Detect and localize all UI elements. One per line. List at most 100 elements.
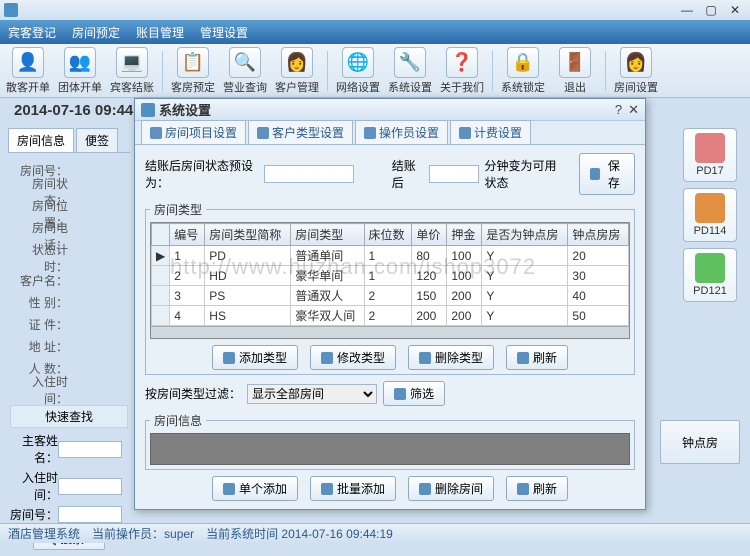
grid-cell[interactable]: 豪华单间 <box>291 266 364 286</box>
search-input[interactable] <box>58 441 122 458</box>
filter-select[interactable]: 显示全部房间 <box>247 384 377 404</box>
grid-cell[interactable]: Y <box>482 306 568 326</box>
menu-account-manage[interactable]: 账目管理 <box>136 24 184 41</box>
tool-系统锁定[interactable]: 🔒系统锁定 <box>499 46 547 96</box>
grid-cell[interactable]: 80 <box>412 246 447 266</box>
grid-cell[interactable]: 1 <box>170 246 205 266</box>
grid-cell[interactable]: 1 <box>364 246 412 266</box>
row-selector[interactable] <box>152 306 170 326</box>
tab-sticky-note[interactable]: 便签 <box>76 128 118 152</box>
table-row[interactable]: 3PS普通双人2150200Y40 <box>152 286 629 306</box>
grid-scrollbar[interactable] <box>151 326 629 338</box>
grid-cell[interactable]: Y <box>482 246 568 266</box>
grid-cell[interactable]: 50 <box>568 306 629 326</box>
grid-cell[interactable]: 3 <box>170 286 205 306</box>
tool-房间设置[interactable]: 👩房间设置 <box>612 46 660 96</box>
grid-cell[interactable]: 2 <box>364 286 412 306</box>
tool-宾客结账[interactable]: 💻宾客结账 <box>108 46 156 96</box>
grid-cell[interactable]: 200 <box>447 286 482 306</box>
tool-客户管理[interactable]: 👩客户管理 <box>273 46 321 96</box>
grid-cell[interactable]: HS <box>205 306 291 326</box>
grid-cell[interactable]: 100 <box>447 246 482 266</box>
hour-room-button[interactable]: 钟点房 <box>660 420 740 464</box>
settle-minutes-input[interactable] <box>429 165 479 183</box>
dialog-close-icon[interactable]: ✕ <box>628 102 639 118</box>
refresh-type-button[interactable]: 刷新 <box>506 345 568 370</box>
grid-cell[interactable]: 100 <box>447 266 482 286</box>
search-input[interactable] <box>58 478 122 495</box>
grid-cell[interactable]: 4 <box>170 306 205 326</box>
search-input[interactable] <box>58 506 122 523</box>
tool-退出[interactable]: 🚪退出 <box>551 46 599 96</box>
grid-cell[interactable]: 豪华双人间 <box>291 306 364 326</box>
delete-type-button[interactable]: 删除类型 <box>408 345 494 370</box>
grid-cell[interactable]: 30 <box>568 266 629 286</box>
room-card-PD17[interactable]: PD17 <box>683 128 737 182</box>
tool-系统设置[interactable]: 🔧系统设置 <box>386 46 434 96</box>
dialog-tab-1[interactable]: 客户类型设置 <box>248 120 353 144</box>
grid-cell[interactable]: 120 <box>412 266 447 286</box>
dialog-help-icon[interactable]: ? <box>615 102 622 118</box>
room-type-grid[interactable]: 编号房间类型简称房间类型床位数单价押金是否为钟点房钟点房房▶1PD普通单间180… <box>150 222 630 339</box>
grid-cell[interactable]: 普通单间 <box>291 246 364 266</box>
grid-cell[interactable]: 普通双人 <box>291 286 364 306</box>
grid-cell[interactable]: HD <box>205 266 291 286</box>
room-card-PD121[interactable]: PD121 <box>683 248 737 302</box>
maximize-icon[interactable]: ▢ <box>700 3 722 17</box>
dialog-tab-0[interactable]: 房间项目设置 <box>141 120 246 144</box>
add-single-room-button[interactable]: 单个添加 <box>212 476 298 501</box>
tool-散客开单[interactable]: 👤散客开单 <box>4 46 52 96</box>
grid-header[interactable]: 房间类型简称 <box>205 224 291 246</box>
minimize-icon[interactable]: — <box>676 3 698 17</box>
table-row[interactable]: 4HS豪华双人间2200200Y50 <box>152 306 629 326</box>
tab-room-info[interactable]: 房间信息 <box>8 128 74 152</box>
grid-cell[interactable]: 200 <box>412 306 447 326</box>
menu-room-reserve[interactable]: 房间预定 <box>72 24 120 41</box>
menu-guest-register[interactable]: 宾客登记 <box>8 24 56 41</box>
grid-header[interactable]: 床位数 <box>364 224 412 246</box>
save-button[interactable]: 保存 <box>579 153 635 195</box>
grid-header[interactable]: 房间类型 <box>291 224 364 246</box>
tool-icon: 🔒 <box>507 47 539 78</box>
tool-关于我们[interactable]: ❓关于我们 <box>438 46 486 96</box>
grid-cell[interactable]: 40 <box>568 286 629 306</box>
grid-cell[interactable]: Y <box>482 286 568 306</box>
grid-cell[interactable]: PD <box>205 246 291 266</box>
dialog-tab-3[interactable]: 计费设置 <box>450 120 531 144</box>
add-type-button[interactable]: 添加类型 <box>212 345 298 370</box>
grid-header[interactable]: 是否为钟点房 <box>482 224 568 246</box>
grid-header[interactable]: 钟点房房 <box>568 224 629 246</box>
grid-header[interactable]: 单价 <box>412 224 447 246</box>
grid-header[interactable]: 编号 <box>170 224 205 246</box>
row-selector[interactable] <box>152 286 170 306</box>
filter-button[interactable]: 筛选 <box>383 381 445 406</box>
table-row[interactable]: ▶1PD普通单间180100Y20 <box>152 246 629 266</box>
dialog-tab-2[interactable]: 操作员设置 <box>355 120 448 144</box>
settle-status-input[interactable] <box>264 165 354 183</box>
row-selector[interactable]: ▶ <box>152 246 170 266</box>
tool-团体开单[interactable]: 👥团体开单 <box>56 46 104 96</box>
delete-room-button[interactable]: 删除房间 <box>408 476 494 501</box>
grid-cell[interactable]: 200 <box>447 306 482 326</box>
room-detail-area[interactable] <box>150 433 630 465</box>
grid-header[interactable]: 押金 <box>447 224 482 246</box>
tool-label: 房间设置 <box>614 79 658 95</box>
room-card-PD114[interactable]: PD114 <box>683 188 737 242</box>
grid-cell[interactable]: 1 <box>364 266 412 286</box>
grid-cell[interactable]: Y <box>482 266 568 286</box>
add-batch-room-button[interactable]: 批量添加 <box>310 476 396 501</box>
menu-manage-settings[interactable]: 管理设置 <box>200 24 248 41</box>
grid-cell[interactable]: 2 <box>364 306 412 326</box>
grid-cell[interactable]: PS <box>205 286 291 306</box>
close-icon[interactable]: ✕ <box>724 3 746 17</box>
grid-cell[interactable]: 150 <box>412 286 447 306</box>
tool-客房预定[interactable]: 📋客房预定 <box>169 46 217 96</box>
grid-cell[interactable]: 20 <box>568 246 629 266</box>
tool-营业查询[interactable]: 🔍营业查询 <box>221 46 269 96</box>
tool-网络设置[interactable]: 🌐网络设置 <box>334 46 382 96</box>
row-selector[interactable] <box>152 266 170 286</box>
edit-type-button[interactable]: 修改类型 <box>310 345 396 370</box>
grid-cell[interactable]: 2 <box>170 266 205 286</box>
table-row[interactable]: 2HD豪华单间1120100Y30 <box>152 266 629 286</box>
refresh-room-button[interactable]: 刷新 <box>506 476 568 501</box>
